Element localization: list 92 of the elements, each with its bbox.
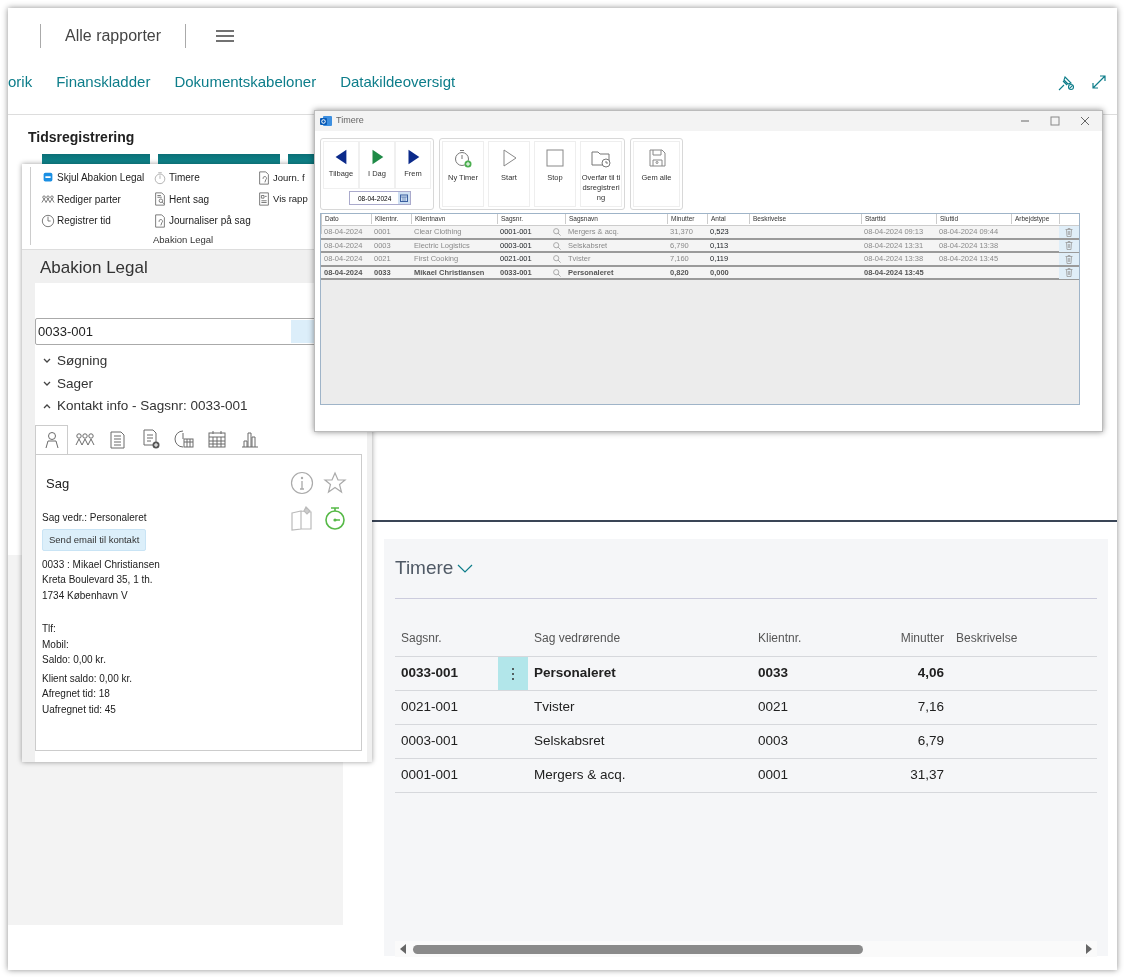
column-header[interactable]: Minutter bbox=[872, 629, 950, 647]
document-icon bbox=[153, 213, 167, 228]
expand-icon[interactable] bbox=[1091, 74, 1107, 90]
column-header[interactable]: Sag vedrørende bbox=[528, 629, 752, 647]
document-search-icon bbox=[153, 192, 167, 207]
info-icon[interactable] bbox=[290, 470, 314, 495]
maximize-icon[interactable] bbox=[1050, 116, 1060, 126]
app-icon bbox=[320, 115, 332, 127]
address-line: 0033 : Mikael Christiansen bbox=[42, 557, 160, 572]
detail-line: Mobil: bbox=[42, 637, 69, 652]
detail-line: Saldo: 0,00 kr. bbox=[42, 653, 106, 668]
clock-icon bbox=[41, 213, 55, 228]
stopwatch-icon[interactable] bbox=[323, 504, 347, 531]
table-cell-text: 0033 bbox=[757, 664, 790, 683]
email-button[interactable]: Send email til kontakt bbox=[42, 528, 147, 551]
folder-clock-icon bbox=[591, 148, 611, 168]
ribbon-item[interactable]: Hent sag bbox=[153, 188, 257, 210]
scrollbar[interactable] bbox=[395, 941, 1097, 957]
calendar-icon bbox=[206, 429, 227, 449]
table-cell-text: 0021 bbox=[757, 698, 790, 717]
calendar-icon bbox=[400, 194, 408, 202]
column-header[interactable]: Beskrivelse bbox=[950, 629, 1097, 647]
ribbon-item[interactable]: Vis rapp bbox=[257, 188, 317, 210]
table-cell-text: Selskabsret bbox=[533, 732, 606, 751]
scroll-right-icon[interactable] bbox=[1085, 944, 1093, 954]
menu-icon[interactable] bbox=[216, 30, 235, 42]
window-title: Timere bbox=[336, 114, 364, 128]
table-cell-text: 31,37 bbox=[909, 766, 945, 785]
close-icon[interactable] bbox=[1080, 116, 1090, 126]
table-cell-text: 0033-001 bbox=[400, 664, 460, 683]
table-cell-text: 0003-001 bbox=[400, 732, 460, 751]
table-cell-text: 0021-001 bbox=[400, 698, 460, 717]
tile[interactable] bbox=[42, 154, 150, 164]
nav-link[interactable]: orik bbox=[8, 70, 33, 94]
scroll-thumb[interactable] bbox=[413, 944, 863, 954]
balance-line: Uafregnet tid: 45 bbox=[42, 702, 116, 717]
ribbon-item[interactable]: Journaliser på sag bbox=[153, 210, 257, 232]
delete-button[interactable] bbox=[1059, 253, 1079, 265]
ribbon-item[interactable]: Timere bbox=[153, 167, 257, 189]
documents-icon bbox=[107, 429, 128, 449]
table-cell-text: 0003 bbox=[757, 732, 790, 751]
document-icon bbox=[257, 170, 271, 185]
bar-chart-icon bbox=[239, 429, 260, 449]
breadcrumb-title[interactable]: Alle rapporter bbox=[65, 24, 162, 48]
nav-link[interactable]: Dokumentskabeloner bbox=[174, 70, 317, 94]
star-icon[interactable] bbox=[323, 470, 347, 495]
card-heading: Sag bbox=[46, 474, 70, 493]
table-cell-text: Personaleret bbox=[533, 664, 617, 683]
stopwatch-add-icon bbox=[453, 148, 473, 168]
subject-text: Sag vedr.: Personaleret bbox=[42, 511, 147, 525]
search-icon[interactable] bbox=[553, 228, 561, 236]
table-cell-text: Tvister bbox=[533, 698, 576, 717]
document-add-icon bbox=[140, 429, 161, 449]
report-icon bbox=[257, 192, 271, 207]
table-cell-text: 4,06 bbox=[916, 664, 945, 683]
stopwatch-icon bbox=[153, 170, 167, 185]
ribbon-item[interactable]: Journ. f bbox=[257, 167, 317, 189]
column-header[interactable]: Klientnr. bbox=[752, 629, 872, 647]
clock-calendar-icon bbox=[173, 429, 194, 449]
minus-square-icon bbox=[41, 170, 55, 185]
address-line: Kreta Boulevard 35, 1 th. bbox=[42, 573, 153, 588]
unpin-icon[interactable] bbox=[1057, 73, 1075, 91]
delete-button[interactable] bbox=[1059, 226, 1079, 238]
balance-line: Afregnet tid: 18 bbox=[42, 687, 110, 702]
table-cell-text: 0001 bbox=[757, 766, 790, 785]
ribbon-item[interactable]: Rediger parter bbox=[41, 188, 153, 210]
scroll-left-icon[interactable] bbox=[399, 944, 407, 954]
search-icon[interactable] bbox=[553, 255, 561, 263]
address-line: 1734 København V bbox=[42, 588, 128, 603]
ribbon-item[interactable]: Skjul Abakion Legal bbox=[41, 167, 153, 189]
more-options-icon[interactable] bbox=[511, 666, 515, 681]
table-cell-text: 6,79 bbox=[916, 732, 945, 751]
ribbon-group-label: Abakion Legal bbox=[153, 232, 215, 247]
stop-icon bbox=[545, 148, 565, 168]
search-icon[interactable] bbox=[553, 268, 561, 277]
tab[interactable] bbox=[35, 424, 68, 455]
nav-link[interactable]: Finanskladder bbox=[56, 70, 151, 94]
calendar-button[interactable] bbox=[398, 192, 410, 204]
detail-line: Tlf: bbox=[42, 622, 56, 637]
column-header[interactable]: Sagsnr. bbox=[395, 629, 498, 647]
card-title[interactable]: Timere bbox=[395, 554, 454, 583]
tile[interactable] bbox=[158, 154, 280, 164]
table-cell-text: 0001-001 bbox=[400, 766, 460, 785]
table-cell-text: 7,16 bbox=[916, 698, 945, 717]
search-icon[interactable] bbox=[553, 241, 561, 250]
nav-link[interactable]: Datakildeoversigt bbox=[340, 70, 456, 94]
ribbon-item[interactable]: Registrer tid bbox=[41, 210, 153, 232]
section-title: Tidsregistrering bbox=[28, 128, 136, 147]
table-cell-text: Mergers & acq. bbox=[533, 766, 627, 785]
chevron-down-icon[interactable] bbox=[457, 563, 474, 574]
panel-title: Abakion Legal bbox=[40, 258, 148, 277]
balance-line: Klient saldo: 0,00 kr. bbox=[42, 671, 133, 686]
